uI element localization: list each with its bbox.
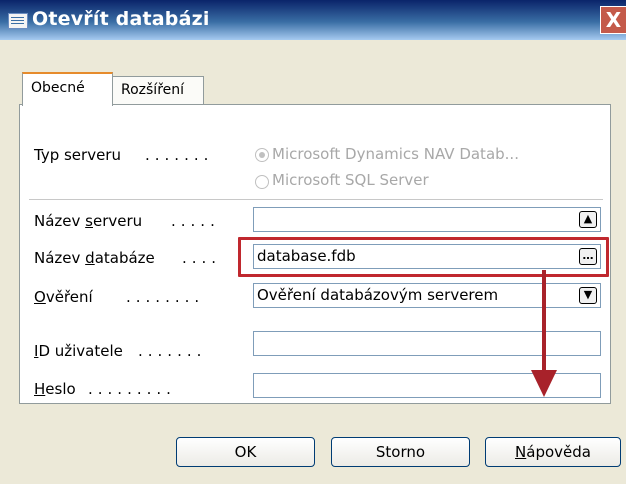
auth-label: Ověření bbox=[34, 288, 93, 306]
radio-sql-server-label: Microsoft SQL Server bbox=[272, 171, 429, 189]
database-window-icon bbox=[8, 13, 28, 29]
title-bar: Otevřít databázi X bbox=[0, 0, 626, 40]
help-button[interactable]: Nápověda bbox=[485, 437, 621, 467]
server-type-label: Typ serveru bbox=[34, 146, 121, 164]
up-arrow-icon[interactable]: ▲ bbox=[579, 211, 597, 228]
server-type-leader: ....... bbox=[145, 146, 214, 164]
radio-nav-database[interactable] bbox=[255, 148, 269, 162]
window-title: Otevřít databázi bbox=[32, 8, 210, 30]
auth-leader: ........ bbox=[126, 288, 205, 306]
divider bbox=[29, 199, 603, 200]
dropdown-arrow-icon[interactable]: ▼ bbox=[579, 287, 597, 304]
password-leader: ......... bbox=[88, 380, 176, 398]
tab-extended[interactable]: Rozšíření bbox=[112, 76, 204, 106]
annotation-arrow bbox=[531, 270, 557, 397]
database-name-leader: .... bbox=[182, 249, 222, 267]
close-button[interactable]: X bbox=[600, 6, 626, 34]
server-name-leader: ..... bbox=[171, 212, 220, 230]
database-name-label: Název databáze bbox=[34, 249, 155, 267]
user-id-leader: ....... bbox=[138, 342, 207, 360]
auth-value: Ověření databázovým serverem bbox=[257, 286, 499, 304]
user-id-label: ID uživatele bbox=[34, 342, 123, 360]
cancel-button[interactable]: Storno bbox=[331, 437, 470, 467]
server-name-label: Název serveru bbox=[34, 212, 143, 230]
tab-general[interactable]: Obecné bbox=[22, 72, 113, 106]
ok-button[interactable]: OK bbox=[176, 437, 315, 467]
tab-extended-label: Rozšíření bbox=[121, 82, 185, 98]
radio-nav-database-label: Microsoft Dynamics NAV Datab... bbox=[272, 145, 519, 163]
radio-sql-server[interactable] bbox=[255, 175, 269, 189]
password-label: Heslo bbox=[34, 380, 76, 398]
server-name-input[interactable]: ▲ bbox=[253, 207, 601, 232]
tab-general-label: Obecné bbox=[31, 80, 85, 96]
